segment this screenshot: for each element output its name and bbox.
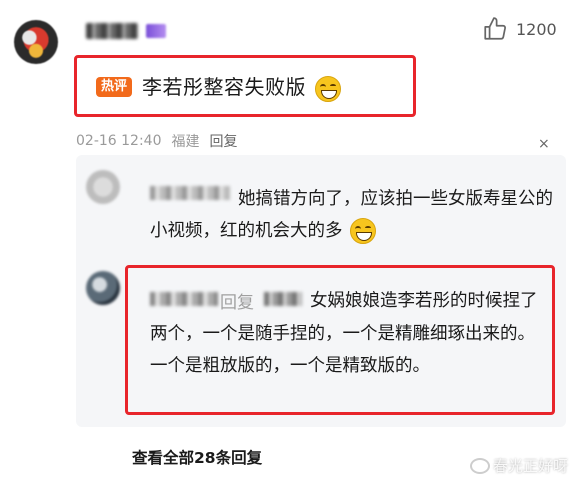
- thumbs-up-icon: [484, 17, 506, 40]
- comment-text: 李若彤整容失败版: [142, 75, 306, 99]
- close-icon[interactable]: ×: [538, 136, 550, 152]
- reply-button[interactable]: 回复: [209, 131, 237, 151]
- commenter-username-blurred[interactable]: [86, 23, 138, 39]
- like-button[interactable]: 1200: [482, 16, 557, 42]
- reply-username-blurred[interactable]: [150, 292, 218, 306]
- weibo-logo-icon: [470, 457, 490, 474]
- reply-avatar[interactable]: [86, 170, 120, 204]
- comment-meta: 02-16 12:40 福建 回复: [76, 131, 237, 151]
- grin-emoji-icon: [314, 75, 341, 102]
- reply-to-label: 回复: [220, 293, 254, 313]
- grin-emoji-icon: [350, 218, 377, 244]
- comment-location: 福建: [171, 134, 200, 150]
- like-count: 1200: [516, 19, 557, 39]
- commenter-avatar[interactable]: [14, 20, 58, 64]
- reply-username-blurred[interactable]: [150, 186, 230, 200]
- hot-comment-badge: 热评: [96, 77, 133, 97]
- watermark: 春光正好呀: [470, 455, 568, 476]
- hot-comment-text-row: 李若彤整容失败版: [142, 71, 341, 102]
- user-badge-icon: [146, 24, 166, 38]
- view-all-replies-link[interactable]: 查看全部28条回复: [132, 446, 262, 468]
- comment-date: 02-16 12:40: [76, 133, 162, 149]
- reply-avatar[interactable]: [86, 271, 120, 305]
- reply-target-username-blurred[interactable]: [264, 292, 302, 306]
